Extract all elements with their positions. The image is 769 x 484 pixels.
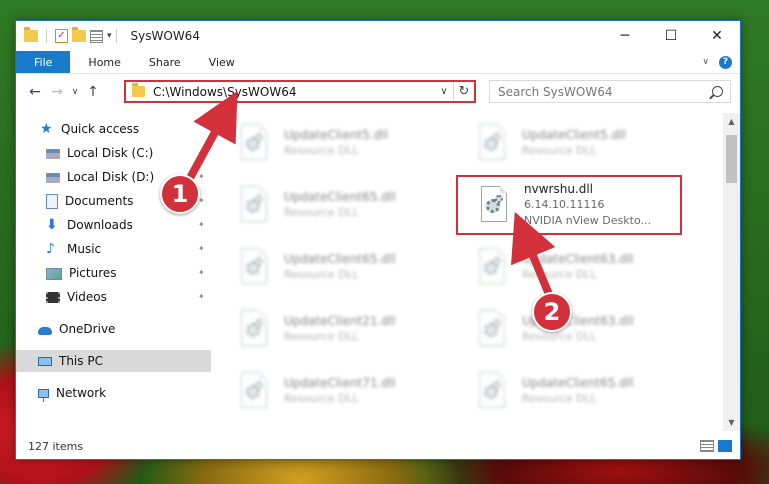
annotation-arrows: [186, 90, 556, 296]
arrow-1: [186, 90, 238, 182]
callout-2-badge: 2: [532, 292, 572, 332]
callout-1-badge: 1: [160, 174, 200, 214]
arrow-2: [511, 211, 556, 296]
